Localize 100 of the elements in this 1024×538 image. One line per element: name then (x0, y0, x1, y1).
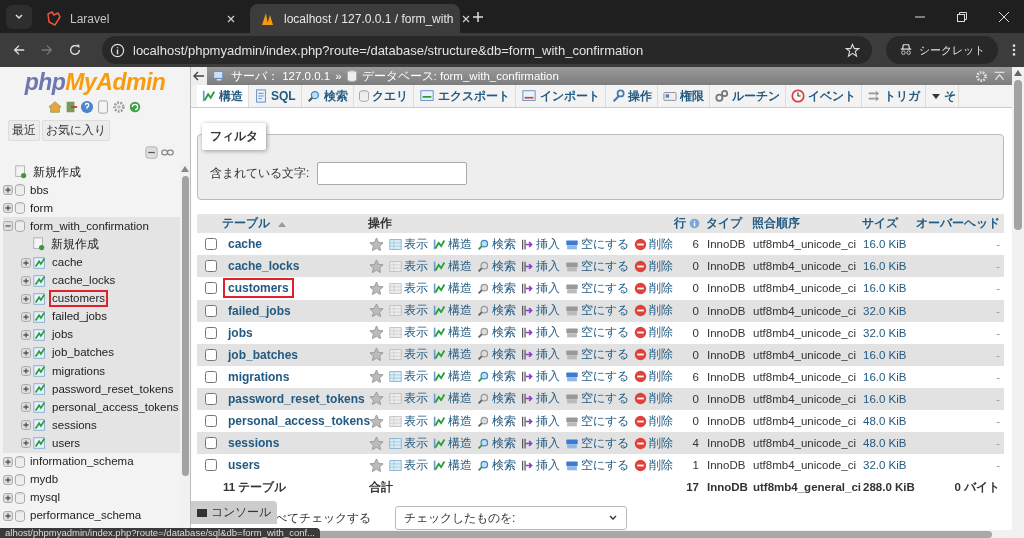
with-selected-dropdown[interactable]: チェックしたものを: (395, 506, 627, 531)
browse-link[interactable]: 表示 (389, 303, 428, 319)
table-name-link[interactable]: personal_access_tokens (223, 411, 376, 431)
structure-link[interactable]: 構造 (433, 369, 472, 385)
column-header[interactable]: サイズ (859, 214, 913, 234)
empty-link[interactable]: 空にする (565, 435, 629, 451)
insert-link[interactable]: 挿入 (521, 325, 560, 341)
browse-link[interactable]: 表示 (389, 391, 428, 407)
table-name-link[interactable]: cache_locks (223, 256, 305, 277)
tab[interactable]: 操作 (605, 85, 658, 108)
column-header[interactable]: オーバーヘッド (913, 214, 1004, 234)
insert-link[interactable]: 挿入 (521, 413, 560, 429)
structure-link[interactable]: 構造 (433, 413, 472, 429)
empty-link[interactable]: 空にする (565, 303, 629, 319)
structure-link[interactable]: 構造 (433, 435, 472, 451)
console-tab[interactable]: コンソール (191, 501, 277, 524)
empty-link[interactable]: 空にする (565, 369, 629, 385)
table-name-link[interactable]: migrations (223, 366, 295, 387)
search-link[interactable]: 検索 (477, 258, 516, 274)
tab[interactable]: トリガ (861, 85, 926, 108)
tab[interactable]: ルーチン (709, 85, 786, 108)
tree-item[interactable]: information_schema (27, 453, 137, 471)
tree-item[interactable]: cache_locks (49, 272, 119, 290)
search-link[interactable]: 検索 (477, 280, 516, 296)
column-header[interactable]: テーブル (219, 214, 365, 234)
search-link[interactable]: 検索 (477, 325, 516, 341)
empty-link[interactable]: 空にする (565, 325, 629, 341)
structure-link[interactable]: 構造 (433, 347, 472, 363)
browse-link[interactable]: 表示 (389, 258, 428, 274)
column-header[interactable]: 照合順序 (749, 214, 859, 234)
browse-link[interactable]: 表示 (389, 280, 428, 296)
structure-link[interactable]: 構造 (433, 280, 472, 296)
column-header[interactable]: タイプ (703, 214, 749, 234)
tab[interactable]: クエリ (353, 85, 414, 108)
table-name-link[interactable]: jobs (223, 322, 258, 343)
tree-item[interactable]: 新規作成 (30, 163, 84, 181)
tree-item[interactable]: mysql (27, 489, 64, 507)
tree-item[interactable]: password_reset_tokens (49, 380, 177, 398)
tree-item[interactable]: job_batches (49, 344, 118, 362)
empty-link[interactable]: 空にする (565, 457, 629, 473)
browser-tab[interactable]: Laravel (36, 4, 246, 33)
tree-item[interactable]: sessions (49, 416, 100, 434)
table-name-link[interactable]: users (223, 455, 266, 476)
browse-link[interactable]: 表示 (389, 369, 428, 385)
browse-link[interactable]: 表示 (389, 457, 428, 473)
tab[interactable]: 検索 (301, 85, 354, 108)
empty-link[interactable]: 空にする (565, 413, 629, 429)
insert-link[interactable]: 挿入 (521, 303, 560, 319)
empty-link[interactable]: 空にする (565, 391, 629, 407)
table-name-link[interactable]: customers (223, 278, 294, 299)
browse-link[interactable]: 表示 (389, 236, 428, 252)
search-link[interactable]: 検索 (477, 369, 516, 385)
table-name-link[interactable]: failed_jobs (223, 300, 296, 321)
structure-link[interactable]: 構造 (433, 236, 472, 252)
table-name-link[interactable]: sessions (223, 433, 285, 454)
table-name-link[interactable]: cache (223, 234, 268, 255)
tab[interactable]: 権限 (657, 85, 710, 108)
browse-link[interactable]: 表示 (389, 347, 428, 363)
structure-link[interactable]: 構造 (433, 325, 472, 341)
insert-link[interactable]: 挿入 (521, 347, 560, 363)
tree-item[interactable]: performance_schema (27, 507, 145, 525)
sidebar-button[interactable]: 最近 (8, 120, 40, 141)
tab[interactable]: エクスポート (413, 85, 516, 108)
insert-link[interactable]: 挿入 (521, 369, 560, 385)
tab[interactable]: 構造 (197, 85, 249, 108)
tree-item[interactable]: bbs (27, 181, 52, 199)
search-link[interactable]: 検索 (477, 457, 516, 473)
tree-item[interactable]: mydb (27, 471, 62, 489)
column-header[interactable]: 行 (669, 214, 703, 234)
search-link[interactable]: 検索 (477, 413, 516, 429)
insert-link[interactable]: 挿入 (521, 435, 560, 451)
tab[interactable]: イベント (785, 85, 862, 108)
search-link[interactable]: 検索 (477, 303, 516, 319)
tree-item[interactable]: customers (49, 290, 109, 308)
search-link[interactable]: 検索 (477, 435, 516, 451)
empty-link[interactable]: 空にする (565, 236, 629, 252)
tree-item[interactable]: form (27, 199, 56, 217)
tree-item[interactable]: users (49, 434, 84, 452)
structure-link[interactable]: 構造 (433, 457, 472, 473)
tab[interactable]: SQL (249, 85, 302, 108)
tab[interactable]: インポート (515, 85, 606, 108)
empty-link[interactable]: 空にする (565, 347, 629, 363)
address-bar[interactable]: localhost/phpmyadmin/index.php?route=/database/structure&db=form_with_confirmation (102, 36, 872, 64)
table-name-link[interactable]: job_batches (223, 344, 304, 365)
browse-link[interactable]: 表示 (389, 325, 428, 341)
tree-item[interactable]: failed_jobs (49, 308, 110, 326)
incognito-button[interactable]: シークレット (886, 36, 998, 64)
tree-item[interactable]: 新規作成 (48, 235, 102, 253)
table-name-link[interactable]: password_reset_tokens (223, 388, 370, 409)
search-link[interactable]: 検索 (477, 236, 516, 252)
browse-link[interactable]: 表示 (389, 435, 428, 451)
search-link[interactable]: 検索 (477, 347, 516, 363)
empty-link[interactable]: 空にする (565, 258, 629, 274)
structure-link[interactable]: 構造 (433, 258, 472, 274)
insert-link[interactable]: 挿入 (521, 280, 560, 296)
tree-item[interactable]: form_with_confirmation (27, 217, 152, 235)
tree-item[interactable]: personal_access_tokens (49, 398, 182, 416)
search-link[interactable]: 検索 (477, 391, 516, 407)
tree-item[interactable]: jobs (49, 326, 77, 344)
browse-link[interactable]: 表示 (389, 413, 428, 429)
